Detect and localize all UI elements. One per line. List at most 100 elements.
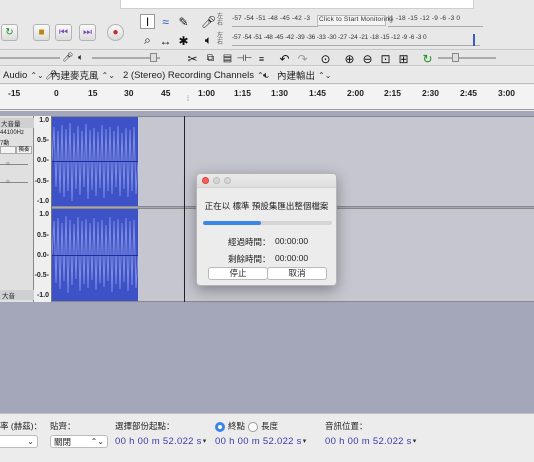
dropdown-icon[interactable]: ▾ [203, 437, 207, 445]
channels-value: 2 (Stereo) Recording Channels [123, 69, 254, 81]
paste-icon[interactable]: ▤ [220, 51, 235, 66]
amp-label: 0.0- [36, 252, 49, 259]
zero-line [52, 255, 138, 256]
waveform-right[interactable] [52, 209, 138, 301]
stop-button[interactable]: 停止 [208, 267, 268, 280]
radio-selected-icon[interactable] [215, 421, 225, 432]
ruler-tick-label: 2:30 [422, 88, 440, 98]
amp-label: 1.0 [39, 211, 49, 218]
trim-icon[interactable]: ⊣⊢ [237, 51, 253, 66]
playback-meter-speaker-icon[interactable]: 🔈︎ [201, 33, 216, 48]
pan-slider[interactable] [0, 182, 28, 183]
chevron-down-icon: ⌄ [27, 437, 34, 446]
stop-button[interactable]: ■ [33, 24, 50, 41]
ruler-tick-label: 2:00 [347, 88, 365, 98]
start-monitoring-hint[interactable]: Click to Start Monitoring [317, 15, 393, 26]
end-radio-label: 終點 [228, 421, 246, 431]
end-radio[interactable]: 終點 [215, 420, 245, 432]
zoom-icon[interactable] [224, 177, 231, 184]
selection-start-time[interactable]: 00 h 00 m 52.022 s ▾ [115, 434, 207, 448]
zero-line [52, 161, 138, 162]
skip-start-button[interactable]: ⏮ [55, 24, 72, 41]
play-speed-thumb[interactable] [452, 53, 459, 62]
playback-meter-scale[interactable]: -57 -54 -51 -48 -45 -42 -39 -36 -33 -30 … [232, 34, 480, 46]
minimize-icon[interactable] [213, 177, 220, 184]
record-meter-mic-icon[interactable]: 🎤︎ [201, 14, 216, 29]
redo-icon[interactable]: ↷ [295, 51, 310, 66]
audio-host-select[interactable]: Audio ⌃⌄ [0, 68, 44, 82]
ruler-tick-label: 30 [124, 88, 134, 98]
dialog-titlebar [197, 174, 336, 188]
zoom-tool-icon[interactable]: ⌕ [140, 33, 155, 48]
zoom-out-icon[interactable]: ⊖ [360, 51, 375, 66]
recording-device-select[interactable]: 內建麥克風 ⌃⌄ [48, 68, 120, 83]
multi-tool-icon[interactable]: ✱ [176, 33, 191, 48]
meter-channel-left: 左 [217, 33, 224, 39]
play-at-speed-icon[interactable]: ↻ [420, 51, 435, 66]
track-control-panel[interactable]: 大音量 44100Hz 7動 獨奏 ○ ○ 大音 [0, 116, 34, 302]
ruler-tick-label: 1:00 [198, 88, 216, 98]
selection-end-time[interactable]: 00 h 00 m 52.022 s ▾ [215, 434, 307, 448]
snap-label: 貼齊： [50, 421, 76, 431]
vertical-amplitude-ruler: 1.0 0.5- 0.0- -0.5- -1.0 1.0 0.5- 0.0- -… [34, 116, 52, 302]
project-rate-select[interactable]: ⌄ [0, 435, 38, 448]
amp-label: 0.5- [36, 232, 49, 239]
play-head-marker-icon[interactable]: ⁞ [187, 96, 189, 103]
channels-select[interactable]: 2 (Stereo) Recording Channels ⌃⌄ [120, 68, 270, 82]
export-progress-fill [203, 221, 262, 225]
selection-toolbar: 率 (赫茲)： ⌄ 貼齊： 關閉 ⌃⌄ 選擇部份起點： 終點 長度 音訊位置： 0… [0, 413, 534, 462]
gain-slider[interactable] [0, 164, 28, 165]
loop-icon[interactable]: ↻ [1, 24, 18, 41]
waveform-left[interactable] [52, 117, 138, 206]
track-collapse-label[interactable]: 大音 [0, 290, 34, 300]
amp-label: -0.5- [34, 178, 49, 185]
playback-device-select[interactable]: 內建輸出 ⌃⌄ [274, 68, 334, 83]
amp-label: -0.5- [34, 272, 49, 279]
fit-project-icon[interactable]: ⊞ [396, 51, 411, 66]
playback-meter-position [473, 34, 475, 46]
audio-position-time[interactable]: 00 h 00 m 52.022 s ▾ [325, 434, 417, 448]
selection-tool-icon[interactable]: I [140, 14, 155, 29]
dropdown-icon[interactable]: ▾ [413, 437, 417, 445]
undo-icon[interactable]: ↶ [277, 51, 292, 66]
cancel-button[interactable]: 取消 [267, 267, 327, 280]
snap-select[interactable]: 關閉 ⌃⌄ [50, 435, 108, 448]
timeline-ruler[interactable]: -15 0 15 30 45 1:00 1:15 1:30 1:45 2:00 … [0, 85, 534, 110]
device-toolbar: Audio ⌃⌄ 🎤︎ 內建麥克風 ⌃⌄ 2 (Stereo) Recording … [0, 67, 534, 84]
fit-selection-icon[interactable]: ⊡ [378, 51, 393, 66]
pan-thumb-icon[interactable]: ○ [6, 179, 10, 185]
length-radio[interactable]: 長度 [248, 420, 278, 432]
playback-volume-thumb[interactable] [150, 53, 157, 62]
mute-button[interactable] [0, 146, 16, 154]
skip-end-button[interactable]: ⏭ [79, 24, 96, 41]
record-meter-scale[interactable]: -57 -54 -51 -48 -45 -42 -3 [232, 15, 318, 27]
envelope-tool-icon[interactable]: ≈ [158, 14, 173, 29]
solo-button[interactable]: 獨奏 [16, 146, 32, 154]
amp-label: 1.0 [39, 117, 49, 124]
cut-icon[interactable]: ✂ [185, 51, 200, 66]
record-button[interactable]: ● [107, 24, 124, 41]
zoom-in-icon[interactable]: ⊕ [342, 51, 357, 66]
track-name[interactable]: 大音量 [0, 118, 34, 128]
dropdown-icon[interactable]: ▾ [303, 437, 307, 445]
silence-icon[interactable]: ≡ [254, 51, 269, 66]
timeshift-tool-icon[interactable]: ↔ [158, 33, 173, 48]
ruler-tick-label: 15 [88, 88, 98, 98]
meter-channel-right: 右 [217, 21, 224, 27]
copy-icon[interactable]: ⧉ [203, 51, 218, 66]
ruler-tick-label: 2:45 [460, 88, 478, 98]
play-speed-slider[interactable] [438, 57, 496, 59]
ruler-tick-label: 0 [54, 88, 59, 98]
record-meter-scale-tail[interactable]: !1 -18 -15 -12 -9 -6 -3 0 [388, 15, 483, 27]
close-icon[interactable] [202, 177, 209, 184]
sync-lock-icon[interactable]: ⊙ [318, 51, 333, 66]
amp-label: -1.0 [36, 292, 49, 299]
ruler-tick-label: 1:15 [234, 88, 252, 98]
snap-value: 關閉 [54, 436, 72, 447]
draw-tool-icon[interactable]: ✎ [176, 14, 191, 29]
radio-unselected-icon[interactable] [248, 421, 258, 432]
ruler-tick-label: 1:45 [309, 88, 327, 98]
gain-thumb-icon[interactable]: ○ [6, 161, 10, 167]
record-volume-slider[interactable] [0, 57, 60, 59]
chevron-updown-icon: ⌃⌄ [318, 70, 332, 80]
